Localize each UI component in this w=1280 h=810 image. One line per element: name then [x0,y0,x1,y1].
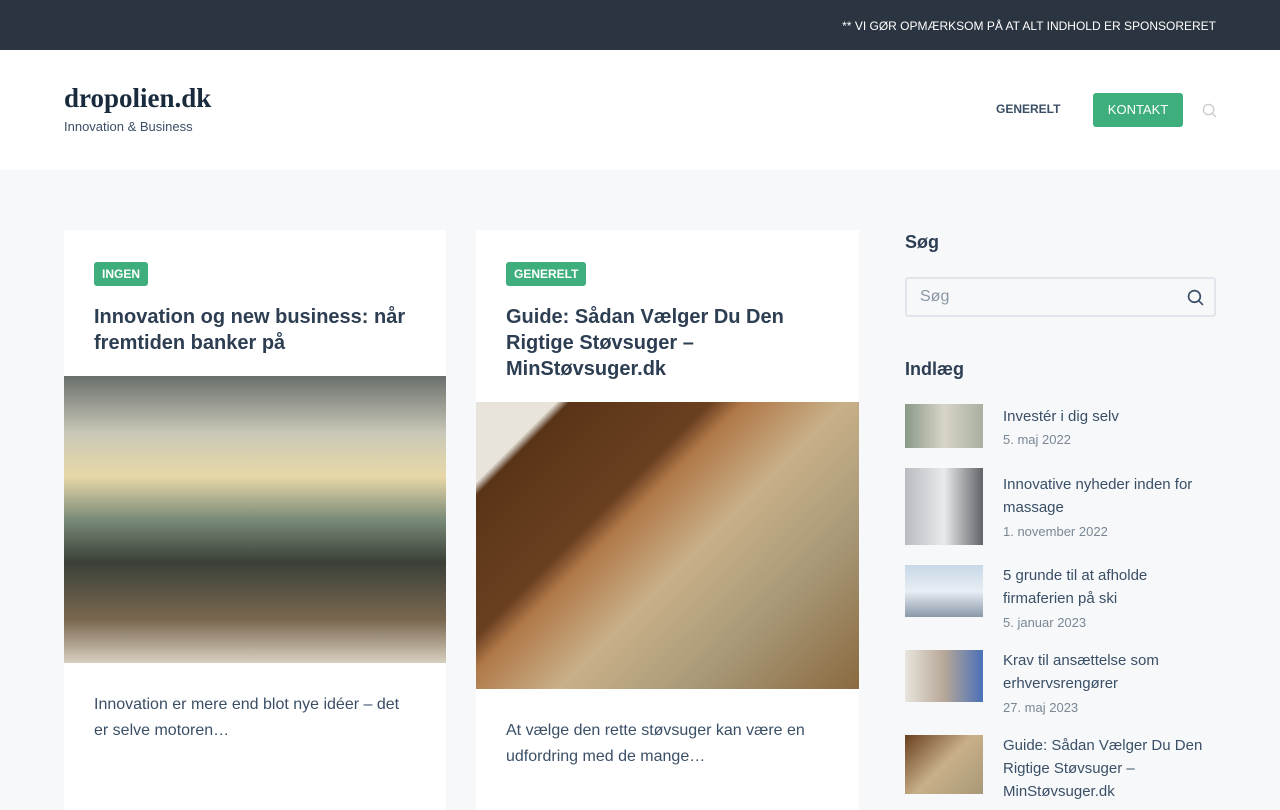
search-icon[interactable] [1187,289,1204,306]
post-thumbnail[interactable] [905,404,983,448]
site-tagline: Innovation & Business [64,119,193,134]
post-excerpt: At vælge den rette støvsuger kan være en… [506,722,805,765]
nav-generelt[interactable]: GENERELT [996,102,1060,116]
sidebar-search [905,277,1216,317]
post-card: INGEN Innovation og new business: når fr… [64,230,446,810]
post-card: GENERELT Guide: Sådan Vælger Du Den Rigt… [476,230,859,810]
post-link[interactable]: Krav til ansættelse som erhvervsrengører [1003,649,1216,695]
site-logo[interactable]: dropolien.dk [64,83,211,114]
post-image[interactable] [64,376,446,663]
post-thumbnail[interactable] [905,735,983,794]
search-icon[interactable] [1202,103,1217,118]
post-link[interactable]: 5 grunde til at afholde firmaferien på s… [1003,564,1216,610]
post-excerpt: Innovation er mere end blot nye idéer – … [94,696,400,739]
post-thumbnail[interactable] [905,565,983,617]
site-header: dropolien.dk Innovation & Business GENER… [0,50,1280,170]
nav-kontakt-button[interactable]: KONTAKT [1093,93,1183,127]
post-link[interactable]: Innovative nyheder inden for massage [1003,473,1216,519]
search-heading: Søg [905,232,939,252]
posts-heading: Indlæg [905,359,964,379]
search-input[interactable] [907,279,1167,315]
post-date: 5. januar 2023 [1003,615,1087,630]
post-title[interactable]: Innovation og new business: når fremtide… [94,304,424,356]
top-notice-bar: ** VI GØR OPMÆRKSOM PÅ AT ALT INDHOLD ER… [0,0,1280,50]
post-thumbnail[interactable] [905,468,983,545]
post-title[interactable]: Guide: Sådan Vælger Du Den Rigtige Støvs… [506,304,826,382]
post-thumbnail[interactable] [905,650,983,702]
sponsor-notice: ** VI GØR OPMÆRKSOM PÅ AT ALT INDHOLD ER… [842,19,1216,33]
post-date: 27. maj 2023 [1003,700,1079,715]
post-date: 1. november 2022 [1003,524,1108,539]
post-link[interactable]: Investér i dig selv [1003,405,1216,428]
post-image[interactable] [476,402,859,689]
category-badge[interactable]: INGEN [94,262,149,286]
post-date: 5. maj 2022 [1003,432,1071,447]
post-link[interactable]: Guide: Sådan Vælger Du Den Rigtige Støvs… [1003,734,1216,803]
category-badge[interactable]: GENERELT [506,262,587,286]
